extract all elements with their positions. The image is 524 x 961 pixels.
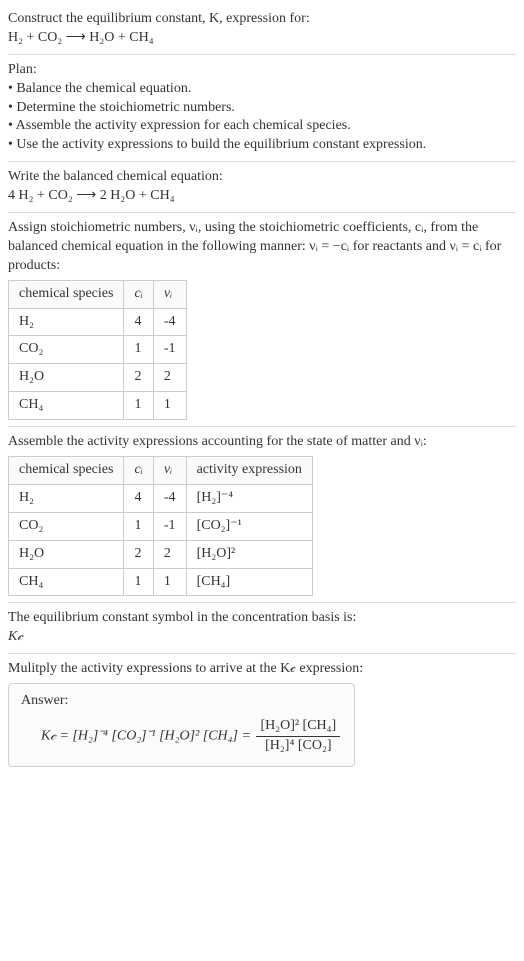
cell: H₂ (9, 484, 124, 512)
answer-box: Answer: K𝒸 = [H₂]⁻⁴ [CO₂]⁻¹ [H₂O]² [CH₄]… (8, 683, 355, 767)
plan-heading: Plan: (8, 61, 516, 80)
plan-section: Plan: • Balance the chemical equation. •… (8, 55, 516, 162)
intro-line1: Construct the equilibrium constant, K, e… (8, 10, 516, 29)
cell: H₂O (9, 540, 124, 568)
table-row: CO₂ 1 -1 (9, 336, 187, 364)
cell: CO₂ (9, 512, 124, 540)
cell: 4 (124, 484, 153, 512)
cell: 1 (153, 392, 186, 420)
answer-expression: K𝒸 = [H₂]⁻⁴ [CO₂]⁻¹ [H₂O]² [CH₄] = [H₂O]… (21, 711, 342, 758)
multiply-section: Mulitply the activity expressions to arr… (8, 654, 516, 773)
cell: 1 (124, 512, 153, 540)
balanced-equation: 4 H₂ + CO₂ ⟶ 2 H₂O + CH₄ (8, 187, 516, 206)
table-row: CH₄ 1 1 [CH₄] (9, 568, 313, 596)
cell: 1 (124, 392, 153, 420)
cell: 1 (124, 568, 153, 596)
stoich-table: chemical species cᵢ νᵢ H₂ 4 -4 CO₂ 1 -1 … (8, 280, 187, 420)
plan-item: • Assemble the activity expression for e… (8, 117, 516, 136)
table-row: H₂O 2 2 (9, 364, 187, 392)
table-row: CH₄ 1 1 (9, 392, 187, 420)
plan-item: • Use the activity expressions to build … (8, 136, 516, 155)
cell: [CH₄] (186, 568, 312, 596)
cell: 1 (153, 568, 186, 596)
col-header: activity expression (186, 457, 312, 485)
activity-text: Assemble the activity expressions accoun… (8, 433, 516, 452)
intro-section: Construct the equilibrium constant, K, e… (8, 4, 516, 55)
cell: CO₂ (9, 336, 124, 364)
cell: CH₄ (9, 392, 124, 420)
cell: H₂O (9, 364, 124, 392)
cell: 1 (124, 336, 153, 364)
cell: 2 (153, 364, 186, 392)
col-header: νᵢ (153, 280, 186, 308)
col-header: cᵢ (124, 457, 153, 485)
table-header-row: chemical species cᵢ νᵢ activity expressi… (9, 457, 313, 485)
kc-numerator: [H₂O]² [CH₄] (256, 717, 340, 737)
table-row: H₂ 4 -4 (9, 308, 187, 336)
cell: -1 (153, 336, 186, 364)
table-row: H₂O 2 2 [H₂O]² (9, 540, 313, 568)
unbalanced-equation: H₂ + CO₂ ⟶ H₂O + CH₄ (8, 29, 516, 48)
multiply-text: Mulitply the activity expressions to arr… (8, 660, 516, 679)
cell: [H₂O]² (186, 540, 312, 568)
assign-text: Assign stoichiometric numbers, νᵢ, using… (8, 219, 516, 276)
kc-denominator: [H₂]⁴ [CO₂] (256, 737, 340, 756)
cell: 2 (153, 540, 186, 568)
kc-lhs: K𝒸 = [H₂]⁻⁴ [CO₂]⁻¹ [H₂O]² [CH₄] = (41, 729, 251, 744)
col-header: chemical species (9, 457, 124, 485)
cell: 2 (124, 540, 153, 568)
answer-label: Answer: (21, 692, 342, 711)
cell: [CO₂]⁻¹ (186, 512, 312, 540)
plan-item: • Determine the stoichiometric numbers. (8, 99, 516, 118)
balanced-section: Write the balanced chemical equation: 4 … (8, 162, 516, 213)
table-header-row: chemical species cᵢ νᵢ (9, 280, 187, 308)
plan-item: • Balance the chemical equation. (8, 80, 516, 99)
symbol-section: The equilibrium constant symbol in the c… (8, 603, 516, 654)
col-header: chemical species (9, 280, 124, 308)
balanced-heading: Write the balanced chemical equation: (8, 168, 516, 187)
symbol-text: The equilibrium constant symbol in the c… (8, 609, 516, 628)
kc-symbol: K𝒸 (8, 628, 516, 647)
table-row: H₂ 4 -4 [H₂]⁻⁴ (9, 484, 313, 512)
col-header: cᵢ (124, 280, 153, 308)
cell: CH₄ (9, 568, 124, 596)
cell: 2 (124, 364, 153, 392)
activity-table: chemical species cᵢ νᵢ activity expressi… (8, 456, 313, 596)
col-header: νᵢ (153, 457, 186, 485)
cell: -4 (153, 484, 186, 512)
kc-fraction: [H₂O]² [CH₄] [H₂]⁴ [CO₂] (256, 717, 340, 756)
assign-section: Assign stoichiometric numbers, νᵢ, using… (8, 213, 516, 427)
table-row: CO₂ 1 -1 [CO₂]⁻¹ (9, 512, 313, 540)
cell: 4 (124, 308, 153, 336)
cell: [H₂]⁻⁴ (186, 484, 312, 512)
activity-section: Assemble the activity expressions accoun… (8, 427, 516, 603)
cell: -1 (153, 512, 186, 540)
cell: -4 (153, 308, 186, 336)
cell: H₂ (9, 308, 124, 336)
